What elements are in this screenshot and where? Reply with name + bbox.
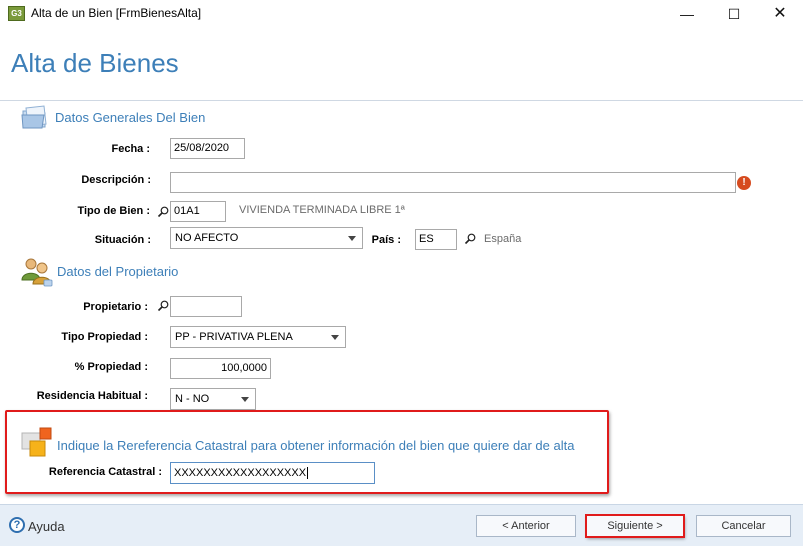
users-icon <box>21 258 53 287</box>
footer-bar: ? Ayuda < Anterior Siguiente > Cancelar <box>0 504 803 546</box>
fecha-label: Fecha : <box>111 143 150 155</box>
window-titlebar: G3 Alta de un Bien [FrmBienesAlta] — ☐ ✕ <box>0 0 803 28</box>
pais-description: España <box>484 233 522 245</box>
residencia-selected-value: N - NO <box>175 393 210 405</box>
help-link[interactable]: Ayuda <box>28 519 65 534</box>
descripcion-label: Descripción : <box>81 174 151 186</box>
catastral-field[interactable]: XXXXXXXXXXXXXXXXXX <box>170 462 375 484</box>
next-button[interactable]: Siguiente > <box>586 515 684 537</box>
page-title: Alta de Bienes <box>11 48 179 78</box>
tipo-bien-description: VIVIENDA TERMINADA LIBRE 1ª <box>239 204 405 216</box>
maximize-button[interactable]: ☐ <box>711 0 757 28</box>
propietario-label: Propietario : <box>83 301 148 313</box>
situacion-selected-value: NO AFECTO <box>175 232 239 244</box>
pais-field[interactable]: ES <box>415 229 457 250</box>
pais-search-icon[interactable] <box>464 233 476 245</box>
chevron-down-icon <box>241 397 249 402</box>
tipo-bien-label: Tipo de Bien : <box>77 205 150 217</box>
general-section-title: Datos Generales Del Bien <box>55 110 206 125</box>
previous-button[interactable]: < Anterior <box>476 515 576 537</box>
app-logo-icon: G3 <box>8 6 25 21</box>
catastral-blocks-icon <box>21 427 52 457</box>
catastral-value: XXXXXXXXXXXXXXXXXX <box>174 467 307 479</box>
propietario-field[interactable] <box>170 296 242 317</box>
folder-icon <box>21 105 47 129</box>
chevron-down-icon <box>331 335 339 340</box>
title-divider <box>0 100 803 101</box>
residencia-label: Residencia Habitual : <box>36 390 148 402</box>
owner-section-title: Datos del Propietario <box>57 264 179 279</box>
tipo-bien-search-icon[interactable] <box>157 206 169 218</box>
tipo-propiedad-label: Tipo Propiedad : <box>61 331 148 343</box>
propietario-search-icon[interactable] <box>157 300 169 312</box>
tipo-propiedad-selected-value: PP - PRIVATIVA PLENA <box>175 331 293 343</box>
pais-label: País : <box>371 234 401 246</box>
descripcion-field[interactable] <box>170 172 736 193</box>
error-icon: ! <box>737 176 751 190</box>
close-button[interactable]: ✕ <box>757 0 803 28</box>
catastral-label: Referencia Catastral : <box>48 466 162 478</box>
help-icon[interactable]: ? <box>9 517 25 533</box>
catastral-title: Indique la Rereferencia Catastral para o… <box>57 438 575 453</box>
tipo-propiedad-select[interactable]: PP - PRIVATIVA PLENA <box>170 326 346 348</box>
minimize-button[interactable]: — <box>664 0 710 28</box>
chevron-down-icon <box>348 236 356 241</box>
situacion-select[interactable]: NO AFECTO <box>170 227 363 249</box>
situacion-label: Situación : <box>94 234 151 246</box>
pct-propiedad-field[interactable]: 100,0000 <box>170 358 271 379</box>
tipo-bien-field[interactable]: 01A1 <box>170 201 226 222</box>
window-title: Alta de un Bien [FrmBienesAlta] <box>31 6 202 20</box>
text-caret <box>307 467 309 480</box>
fecha-field[interactable]: 25/08/2020 <box>170 138 245 159</box>
cancel-button[interactable]: Cancelar <box>696 515 791 537</box>
residencia-select[interactable]: N - NO <box>170 388 256 410</box>
pct-propiedad-label: % Propiedad : <box>74 361 148 373</box>
